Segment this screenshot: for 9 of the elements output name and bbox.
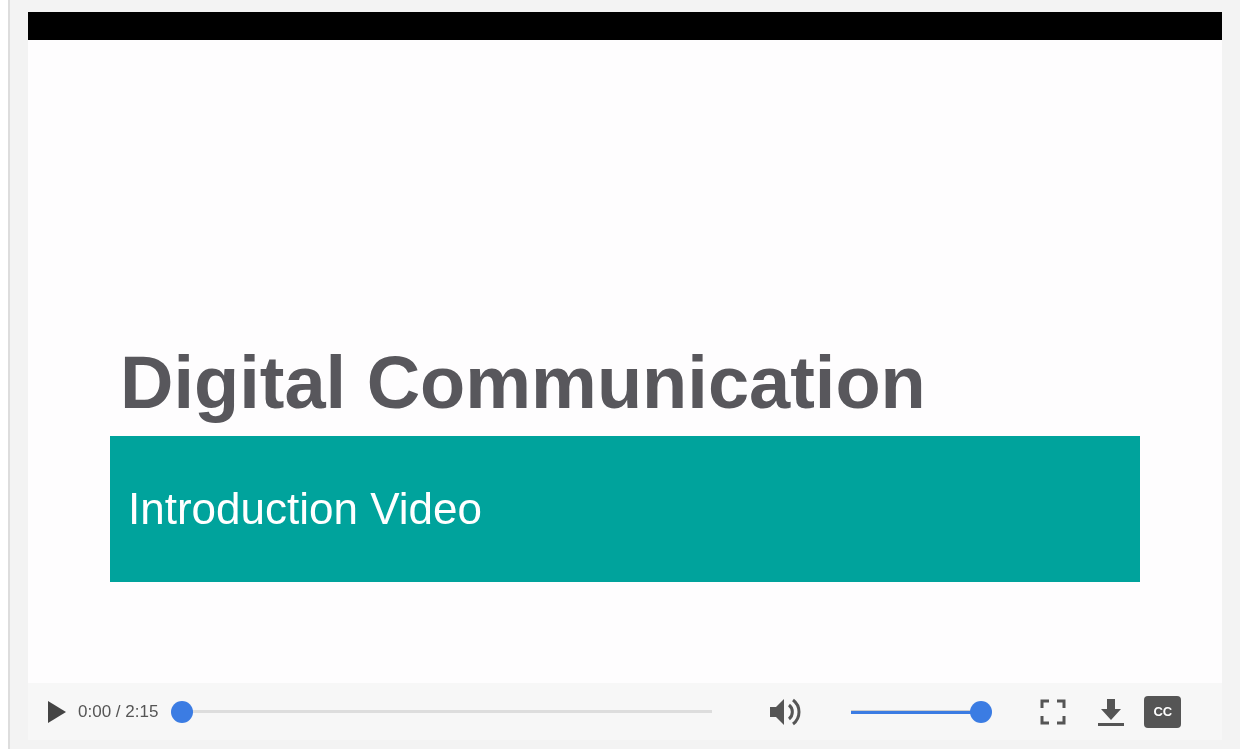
slide-subtitle: Introduction Video xyxy=(128,482,482,535)
time-display: 0:00 / 2:15 xyxy=(78,700,159,723)
play-button[interactable] xyxy=(48,700,66,723)
progress-thumb[interactable] xyxy=(171,700,194,723)
fullscreen-button[interactable] xyxy=(1040,698,1067,725)
volume-thumb[interactable] xyxy=(970,700,993,723)
download-button[interactable] xyxy=(1098,696,1125,727)
slide-title: Digital Communication xyxy=(120,340,927,426)
captions-button[interactable]: CC xyxy=(1144,695,1182,728)
